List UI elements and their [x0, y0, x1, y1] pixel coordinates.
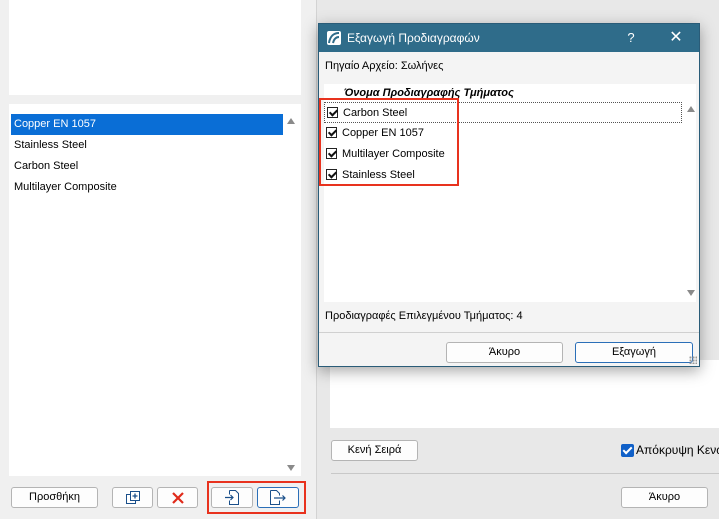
scroll-down-icon[interactable]: [687, 290, 695, 296]
empty-row-button[interactable]: Κενή Σειρά: [331, 440, 418, 461]
scroll-up-icon[interactable]: [287, 118, 295, 124]
list-item[interactable]: Stainless Steel: [11, 135, 283, 156]
source-file-label: Πηγαίο Αρχείο: Σωλήνες: [325, 60, 444, 72]
close-button[interactable]: ✕: [663, 24, 689, 52]
divider: [316, 0, 317, 519]
separator: [331, 473, 719, 474]
right-content-area: [330, 360, 719, 428]
export-dialog: Εξαγωγή Προδιαγραφών ? ✕ Πηγαίο Αρχείο: …: [318, 23, 700, 367]
resize-grip-icon[interactable]: [689, 356, 697, 364]
dialog-export-button[interactable]: Εξαγωγή: [575, 342, 693, 363]
list-item[interactable]: Copper EN 1057: [11, 114, 283, 135]
dialog-title: Εξαγωγή Προδιαγραφών: [347, 31, 480, 45]
app-icon: [327, 31, 341, 45]
scroll-up-icon[interactable]: [687, 106, 695, 112]
scroll-down-icon[interactable]: [287, 465, 295, 471]
duplicate-button[interactable]: [112, 487, 153, 508]
hide-empty-label: Απόκρυψη Κενώ: [636, 443, 719, 457]
dialog-cancel-button[interactable]: Άκυρο: [446, 342, 563, 363]
separator: [319, 332, 699, 333]
main-cancel-button[interactable]: Άκυρο: [621, 487, 708, 508]
export-button-main[interactable]: [257, 487, 299, 508]
import-icon: [225, 490, 239, 505]
list-item[interactable]: Multilayer Composite: [11, 177, 283, 198]
dialog-titlebar: Εξαγωγή Προδιαγραφών ? ✕: [319, 24, 699, 52]
add-button[interactable]: Προσθήκη: [11, 487, 98, 508]
left-top-panel: [9, 0, 301, 95]
help-button[interactable]: ?: [619, 24, 643, 52]
export-icon: [270, 490, 286, 505]
list-item[interactable]: Carbon Steel: [11, 156, 283, 177]
delete-icon: [171, 492, 184, 504]
import-button[interactable]: [211, 487, 253, 508]
hide-empty-checkbox[interactable]: [621, 444, 634, 457]
selected-count-label: Προδιαγραφές Επιλεγμένου Τμήματος: 4: [325, 310, 523, 322]
delete-button[interactable]: [157, 487, 198, 508]
duplicate-icon: [125, 491, 140, 504]
highlight-box: [319, 98, 459, 186]
spec-list[interactable]: Copper EN 1057 Stainless Steel Carbon St…: [9, 104, 301, 476]
archicad-logo-icon: [328, 32, 340, 44]
